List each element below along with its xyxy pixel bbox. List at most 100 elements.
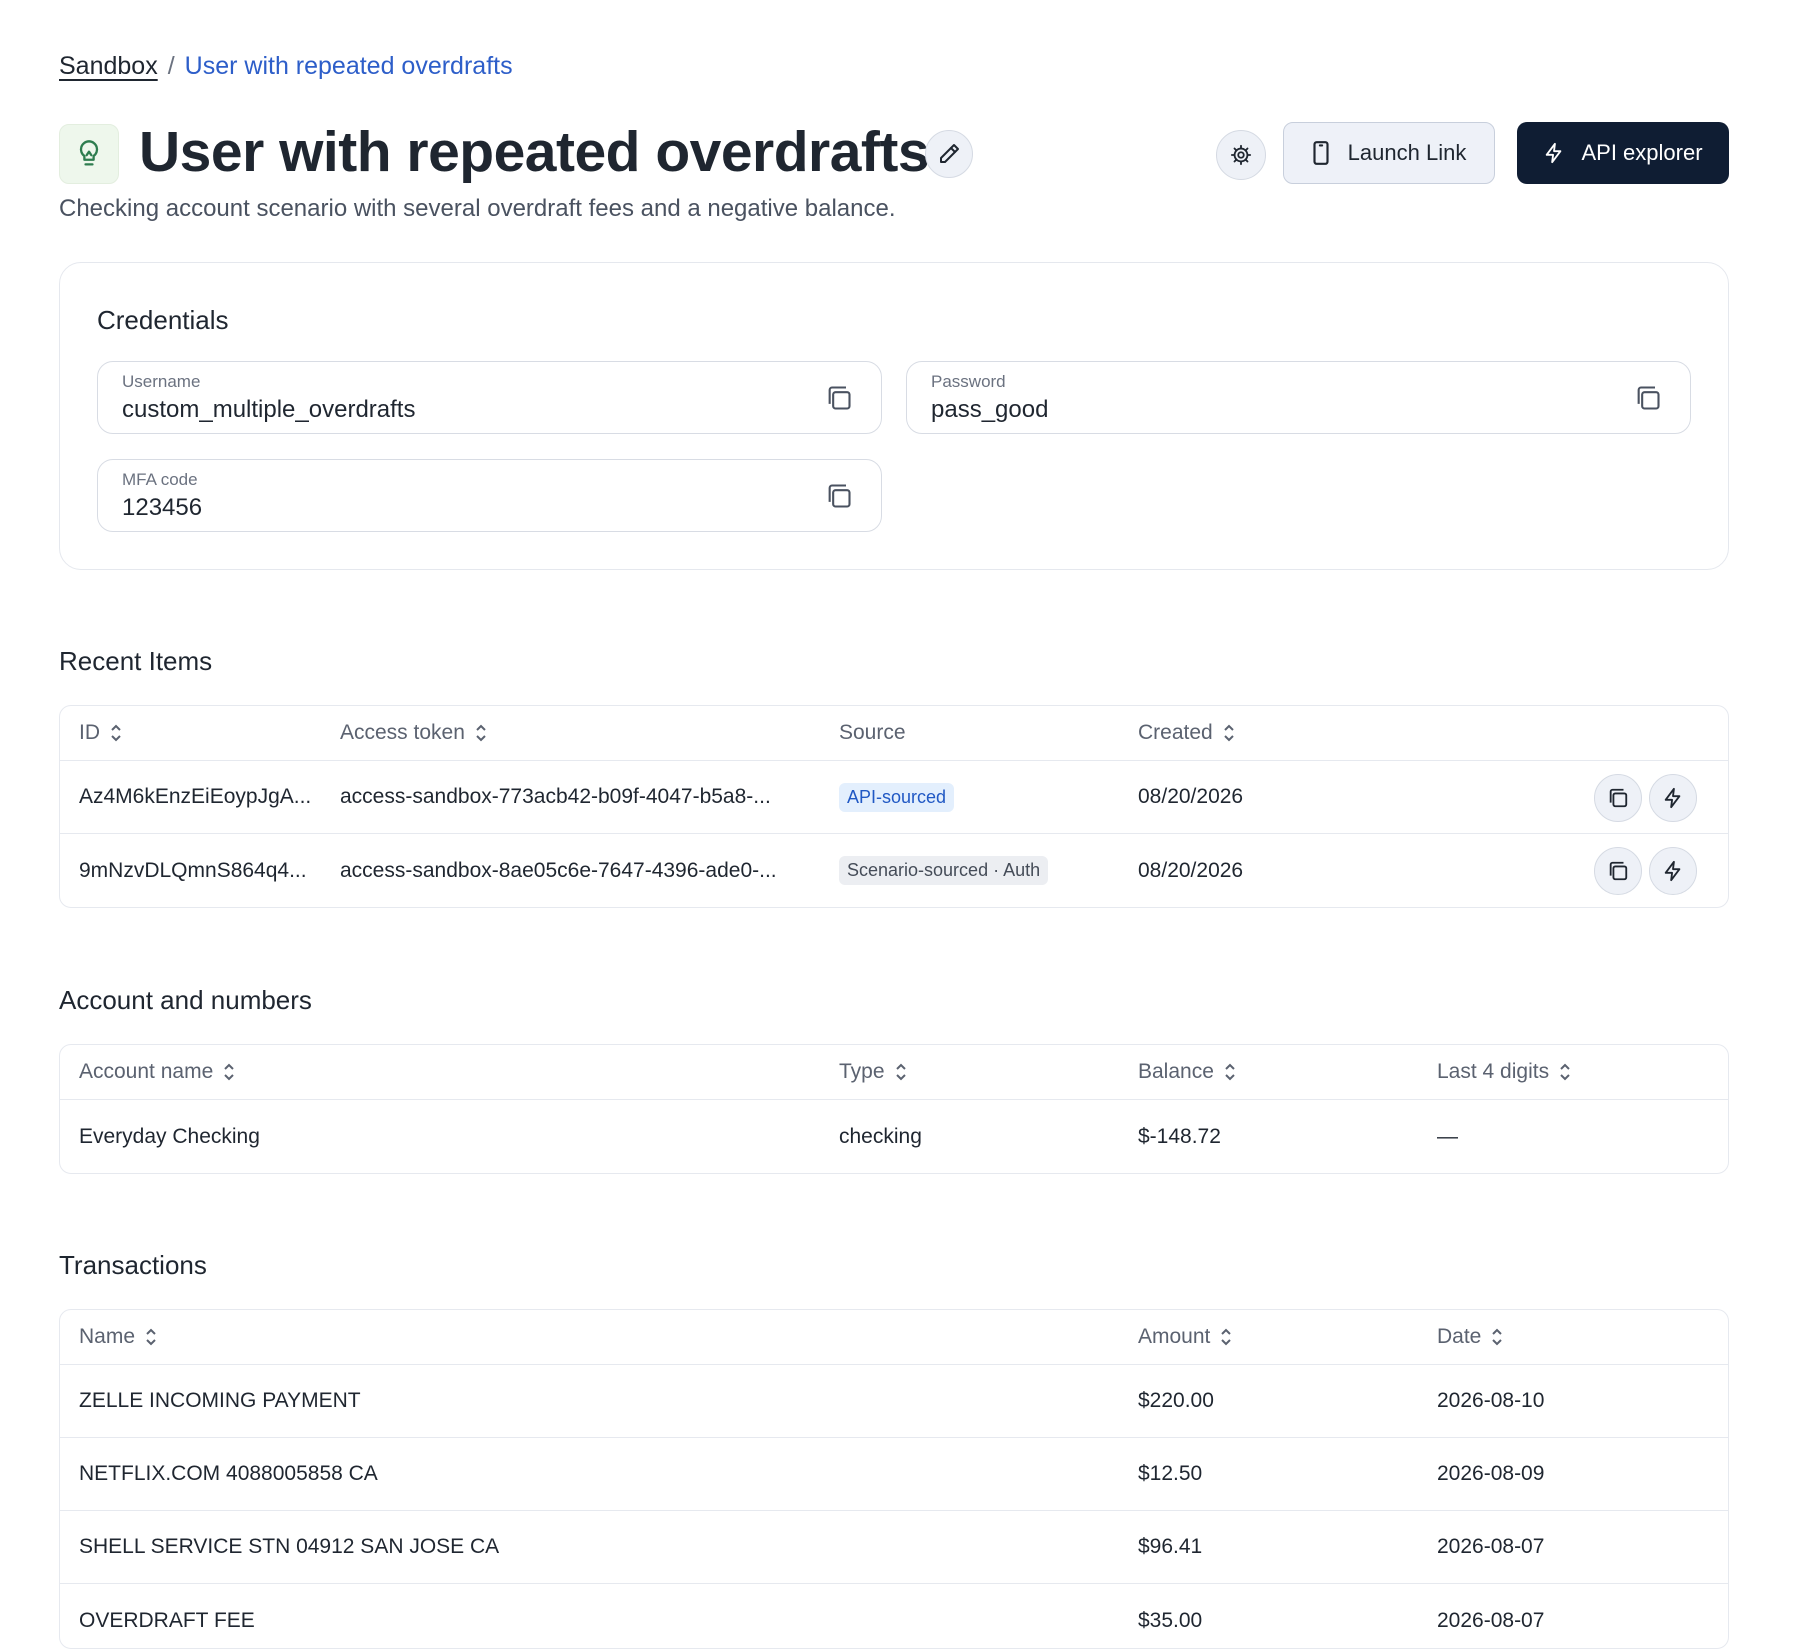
edit-title-button[interactable]	[925, 130, 973, 178]
credentials-card: Credentials Username custom_multiple_ove…	[59, 262, 1729, 570]
col-name-header[interactable]: Name	[79, 1310, 157, 1364]
col-last4-label: Last 4 digits	[1437, 1060, 1550, 1083]
item-api-button[interactable]	[1649, 847, 1697, 895]
table-row: OVERDRAFT FEE $35.00 2026-08-07	[60, 1584, 1728, 1648]
col-amount-header[interactable]: Amount	[1138, 1310, 1232, 1364]
sort-icon	[224, 1063, 234, 1081]
copy-mfa-icon[interactable]	[825, 482, 853, 510]
transaction-amount: $220.00	[1138, 1389, 1214, 1412]
password-label: Password	[931, 372, 1006, 391]
api-explorer-button[interactable]: API explorer	[1517, 122, 1729, 184]
pencil-icon	[940, 144, 959, 163]
source-badge: API-sourced	[839, 782, 955, 812]
password-field: Password pass_good	[906, 361, 1691, 434]
table-row: 9mNzvDLQmnS864q4... access-sandbox-8ae05…	[60, 834, 1728, 907]
copy-icon	[1609, 861, 1628, 881]
copy-icon	[1609, 788, 1628, 808]
accounts-table: Account name Type Balance Last 4 digits …	[59, 1044, 1729, 1174]
account-last4: —	[1437, 1124, 1458, 1148]
transaction-name: NETFLIX.COM 4088005858 CA	[79, 1462, 378, 1485]
sort-icon	[1560, 1063, 1570, 1081]
breadcrumb-sandbox-link[interactable]: Sandbox	[59, 52, 158, 81]
mfa-code-value: 123456	[122, 494, 203, 521]
sort-icon	[1224, 724, 1234, 742]
sort-icon	[1492, 1328, 1503, 1346]
table-row: SHELL SERVICE STN 04912 SAN JOSE CA $96.…	[60, 1511, 1728, 1584]
breadcrumb-separator: /	[167, 52, 175, 80]
transaction-date: 2026-08-09	[1437, 1462, 1545, 1485]
item-source: Scenario-sourced · Auth	[839, 834, 1049, 907]
recent-items-title: Recent Items	[59, 646, 213, 676]
col-source-label: Source	[839, 721, 906, 744]
account-type: checking	[839, 1124, 922, 1148]
col-id-header[interactable]: ID	[79, 706, 122, 760]
sort-icon	[1225, 1063, 1235, 1081]
item-id: Az4M6kEnzEiEoypJgA...	[79, 785, 312, 808]
col-last4-header[interactable]: Last 4 digits	[1437, 1045, 1571, 1099]
item-access-token: access-sandbox-773acb42-b09f-4047-b5a8-.…	[340, 785, 771, 808]
col-access-token-header[interactable]: Access token	[340, 706, 487, 760]
item-access-token: access-sandbox-8ae05c6e-7647-4396-ade0-.…	[340, 858, 777, 882]
username-field: Username custom_multiple_overdrafts	[97, 361, 882, 434]
table-row: Everyday Checking checking $-148.72 —	[60, 1100, 1728, 1173]
phone-icon	[1313, 141, 1329, 165]
copy-item-button[interactable]	[1594, 847, 1642, 895]
item-api-button[interactable]	[1649, 774, 1697, 822]
mfa-code-field: MFA code 123456	[97, 459, 882, 532]
col-balance-label: Balance	[1138, 1060, 1214, 1083]
transaction-amount: $12.50	[1138, 1462, 1203, 1485]
page-subtitle: Checking account scenario with several o…	[59, 195, 896, 222]
transaction-name: OVERDRAFT FEE	[79, 1608, 255, 1632]
recent-items-header-row: ID Access token Source Created	[60, 706, 1728, 761]
item-created: 08/20/2026	[1138, 858, 1244, 882]
lightning-icon	[1664, 860, 1681, 882]
launch-link-button[interactable]: Launch Link	[1283, 122, 1495, 184]
source-badge: Scenario-sourced · Auth	[839, 856, 1049, 885]
sort-icon	[111, 724, 121, 742]
col-type-header[interactable]: Type	[839, 1045, 907, 1099]
account-name: Everyday Checking	[79, 1124, 260, 1148]
username-label: Username	[122, 372, 201, 391]
col-type-label: Type	[839, 1060, 885, 1083]
lightbulb-icon	[59, 124, 119, 184]
transaction-date: 2026-08-07	[1437, 1535, 1545, 1558]
gear-icon	[1230, 144, 1252, 166]
transactions-header-row: Name Amount Date	[60, 1310, 1728, 1365]
col-account-name-header[interactable]: Account name	[79, 1045, 235, 1099]
col-name-label: Name	[79, 1325, 136, 1348]
sort-icon	[146, 1328, 156, 1346]
table-row: ZELLE INCOMING PAYMENT $220.00 2026-08-1…	[60, 1365, 1728, 1438]
col-balance-header[interactable]: Balance	[1138, 1045, 1236, 1099]
copy-password-icon[interactable]	[1634, 384, 1662, 412]
breadcrumb-current[interactable]: User with repeated overdrafts	[185, 52, 513, 81]
copy-username-icon[interactable]	[825, 384, 853, 412]
item-source: API-sourced	[839, 761, 955, 833]
copy-item-button[interactable]	[1594, 774, 1642, 822]
transaction-amount: $96.41	[1138, 1535, 1203, 1558]
api-explorer-label: API explorer	[1581, 140, 1703, 165]
sort-icon	[895, 1063, 906, 1081]
transaction-name: SHELL SERVICE STN 04912 SAN JOSE CA	[79, 1535, 500, 1558]
col-date-label: Date	[1437, 1325, 1482, 1348]
username-value: custom_multiple_overdrafts	[122, 396, 416, 423]
settings-button[interactable]	[1216, 130, 1266, 180]
accounts-title: Account and numbers	[59, 985, 312, 1015]
transaction-date: 2026-08-07	[1437, 1608, 1545, 1632]
page-header: User with repeated overdrafts Launch Lin…	[59, 120, 1729, 184]
password-value: pass_good	[931, 396, 1049, 423]
transaction-amount: $35.00	[1138, 1608, 1203, 1632]
transactions-title: Transactions	[59, 1250, 207, 1280]
table-row: NETFLIX.COM 4088005858 CA $12.50 2026-08…	[60, 1438, 1728, 1511]
page-title: User with repeated overdrafts	[139, 120, 930, 184]
col-account-name-label: Account name	[79, 1060, 214, 1083]
lightning-icon	[1664, 787, 1681, 809]
col-created-header[interactable]: Created	[1138, 706, 1235, 760]
col-date-header[interactable]: Date	[1437, 1310, 1503, 1364]
col-access-token-label: Access token	[340, 721, 465, 744]
launch-link-label: Launch Link	[1347, 140, 1467, 165]
col-amount-label: Amount	[1138, 1325, 1211, 1348]
transactions-table: Name Amount Date ZELLE INCOMING PAYMENT …	[59, 1309, 1729, 1649]
recent-items-table: ID Access token Source Created Az4M6kEnz…	[59, 705, 1729, 908]
sort-icon	[476, 724, 486, 742]
item-created: 08/20/2026	[1138, 785, 1244, 808]
